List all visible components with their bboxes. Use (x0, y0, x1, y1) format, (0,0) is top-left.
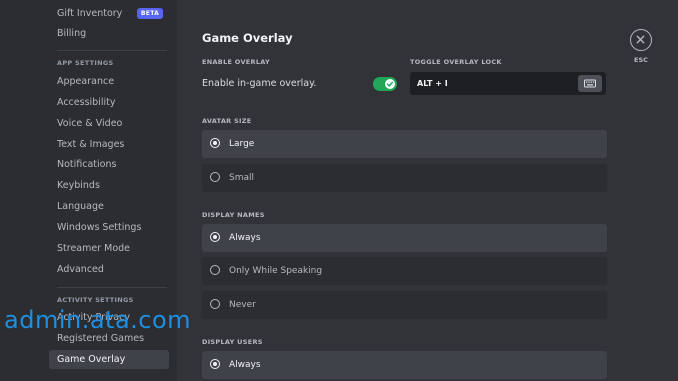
radio-label: Only While Speaking (229, 266, 323, 276)
beta-badge: BETA (137, 8, 163, 19)
sidebar-item-label: Accessibility (57, 97, 116, 108)
keyboard-icon (584, 79, 596, 88)
watermark-text: admin.ata.com (4, 306, 192, 334)
radio-label: Small (229, 173, 254, 183)
enable-overlay-label: ENABLE OVERLAY (202, 58, 270, 66)
toggle-knob (385, 79, 395, 89)
sidebar-item-label: Keybinds (57, 180, 100, 191)
avatar-size-label: AVATAR SIZE (202, 117, 252, 125)
radio-label: Always (229, 360, 261, 370)
sidebar-item-label: Gift Inventory (57, 8, 123, 19)
sidebar-divider (57, 287, 167, 288)
toggle-overlay-lock-label: TOGGLE OVERLAY LOCK (410, 58, 502, 66)
enable-overlay-toggle[interactable] (373, 77, 397, 91)
radio-label: Always (229, 233, 261, 243)
sidebar-item-advanced[interactable]: Advanced (49, 260, 169, 279)
page-title: Game Overlay (202, 31, 293, 45)
radio-circle (210, 299, 220, 309)
sidebar-item-label: Billing (57, 28, 87, 39)
sidebar-item-label: Windows Settings (57, 222, 142, 233)
sidebar-item-language[interactable]: Language (49, 197, 169, 216)
sidebar-item-label: Text & Images (57, 139, 125, 150)
sidebar-item-label: Voice & Video (57, 118, 123, 129)
sidebar-item-label: Language (57, 201, 104, 212)
checkmark-icon (386, 81, 394, 87)
sidebar-item-label: Appearance (57, 76, 115, 87)
close-icon (636, 35, 645, 44)
radio-circle (210, 359, 220, 369)
radio-circle (210, 172, 220, 182)
radio-circle (210, 232, 220, 242)
radio-label: Never (229, 300, 256, 310)
sidebar-item-text-images[interactable]: Text & Images (49, 135, 169, 154)
keybind-input[interactable]: ALT + I (410, 72, 606, 95)
sidebar-item-notifications[interactable]: Notifications (49, 155, 169, 174)
activity-settings-header: ACTIVITY SETTINGS (57, 296, 134, 304)
display-names-label: DISPLAY NAMES (202, 211, 265, 219)
sidebar-item-billing[interactable]: Billing (49, 24, 169, 43)
radio-users-always[interactable]: Always (202, 351, 607, 379)
sidebar-divider (57, 50, 167, 51)
sidebar-item-voice-video[interactable]: Voice & Video (49, 114, 169, 133)
radio-names-only-while-speaking[interactable]: Only While Speaking (202, 257, 607, 285)
sidebar-item-accessibility[interactable]: Accessibility (49, 93, 169, 112)
sidebar-item-label: Registered Games (57, 333, 145, 344)
sidebar-item-keybinds[interactable]: Keybinds (49, 176, 169, 195)
sidebar-item-game-overlay[interactable]: Game Overlay (49, 350, 169, 369)
sidebar-item-label: Game Overlay (57, 354, 126, 365)
close-button[interactable] (630, 29, 652, 51)
sidebar-item-appearance[interactable]: Appearance (49, 72, 169, 91)
radio-circle (210, 138, 220, 148)
sidebar-item-label: Notifications (57, 159, 117, 170)
display-users-label: DISPLAY USERS (202, 338, 263, 346)
enable-overlay-text: Enable in-game overlay. (202, 78, 317, 89)
keybind-value: ALT + I (417, 79, 448, 88)
radio-names-never[interactable]: Never (202, 291, 607, 319)
sidebar-item-label: Advanced (57, 264, 104, 275)
radio-circle (210, 265, 220, 275)
radio-names-always[interactable]: Always (202, 224, 607, 252)
esc-label: ESC (634, 56, 648, 64)
sidebar-item-streamer-mode[interactable]: Streamer Mode (49, 239, 169, 258)
record-keybind-button[interactable] (578, 75, 602, 92)
radio-label: Large (229, 139, 255, 149)
sidebar-item-label: Streamer Mode (57, 243, 131, 254)
app-settings-header: APP SETTINGS (57, 59, 114, 67)
radio-avatar-small[interactable]: Small (202, 164, 607, 192)
radio-avatar-large[interactable]: Large (202, 130, 607, 158)
sidebar-item-windows-settings[interactable]: Windows Settings (49, 218, 169, 237)
settings-content: Game Overlay ENABLE OVERLAY Enable in-ga… (177, 0, 678, 381)
